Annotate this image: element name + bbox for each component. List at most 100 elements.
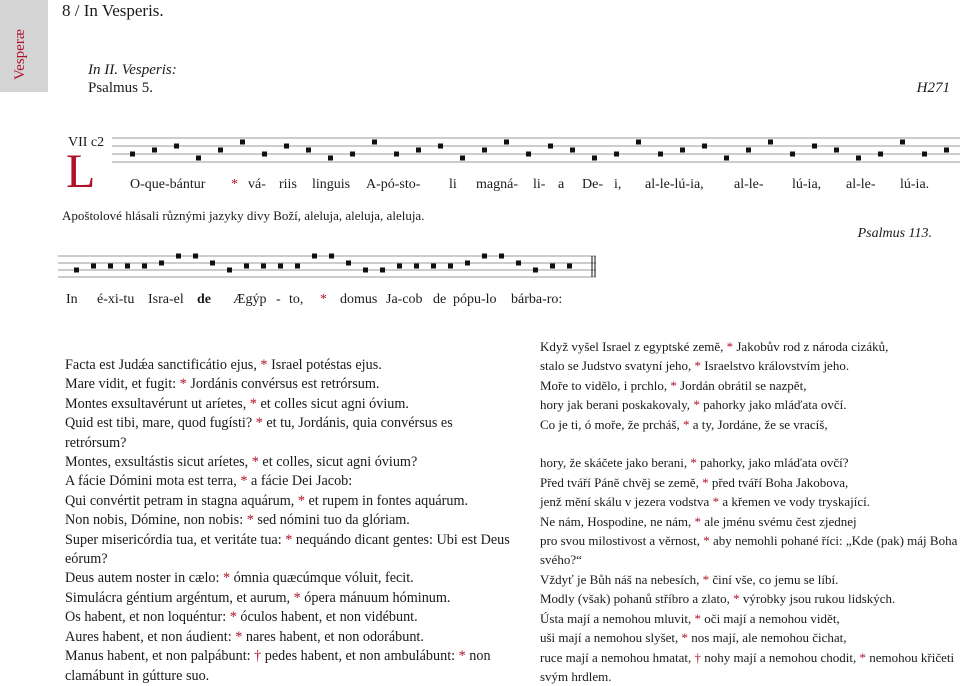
neume-note bbox=[482, 148, 487, 153]
verse-line: Simulácra géntium argéntum, et aurum, * … bbox=[65, 589, 517, 608]
psalm-title: Psalmus 5. bbox=[88, 80, 153, 97]
verse-line: uši mají a nemohou slyšet, * nos mají, a… bbox=[540, 628, 960, 647]
neume-note bbox=[152, 148, 157, 153]
lyric-syllable: - bbox=[276, 292, 281, 308]
psalm-heading: Psalmus 113. bbox=[858, 226, 932, 242]
neume-note bbox=[746, 148, 751, 153]
lyric-syllable: riis bbox=[279, 177, 297, 193]
neume-note bbox=[329, 254, 334, 259]
neume-note bbox=[262, 152, 267, 157]
verse-line: Mare vidit, et fugit: * Jordánis convérs… bbox=[65, 375, 517, 394]
lyric-syllable: linguis bbox=[312, 177, 350, 193]
verse-line: A fácie Dómini mota est terra, * a fácie… bbox=[65, 472, 517, 491]
page-header: 8 / In Vesperis. bbox=[62, 1, 164, 21]
neume-note bbox=[724, 156, 729, 161]
lyric-syllable: vá- bbox=[248, 177, 266, 193]
neume-note bbox=[592, 156, 597, 161]
neume-note bbox=[680, 148, 685, 153]
neume-note bbox=[350, 152, 355, 157]
neume-note bbox=[380, 268, 385, 273]
neume-note bbox=[196, 156, 201, 161]
lyric-syllable: In bbox=[66, 292, 78, 308]
neume-note bbox=[834, 148, 839, 153]
neume-note bbox=[218, 148, 223, 153]
verse-line: Ne nám, Hospodine, ne nám, * ale jménu s… bbox=[540, 512, 960, 531]
lyric-syllable: de bbox=[433, 292, 446, 308]
verse-line: Montes exsultavérunt ut aríetes, * et co… bbox=[65, 395, 517, 414]
neume-note bbox=[482, 254, 487, 259]
neume-note bbox=[159, 261, 164, 266]
initial-letter: L bbox=[66, 148, 95, 196]
lyric-syllable: a bbox=[558, 177, 564, 193]
neume-note bbox=[516, 261, 521, 266]
neume-note bbox=[210, 261, 215, 266]
neume-note bbox=[363, 268, 368, 273]
neume-note bbox=[91, 264, 96, 269]
verse-line: hory jak berani poskakovaly, * pahorky j… bbox=[540, 395, 960, 414]
lyric-syllable: pópu-lo bbox=[453, 292, 497, 308]
neume-note bbox=[658, 152, 663, 157]
lyric-syllable: Isra-el bbox=[148, 292, 184, 308]
verse-line: Ústa mají a nemohou mluvit, * oči mají a… bbox=[540, 609, 960, 628]
verse-line: Montes, exsultástis sicut aríetes, * et … bbox=[65, 453, 517, 472]
neume-note bbox=[176, 254, 181, 259]
neume-note bbox=[567, 264, 572, 269]
neume-note bbox=[130, 152, 135, 157]
latin-verses: Facta est Judǽa sanctificátio ejus, * Is… bbox=[65, 356, 517, 686]
office-label: In II. Vesperis: bbox=[88, 62, 177, 79]
lyric-syllable: lú-ia. bbox=[900, 177, 929, 193]
lyric-syllable: lú-ia, bbox=[792, 177, 821, 193]
neume-note bbox=[570, 148, 575, 153]
neume-note bbox=[438, 144, 443, 149]
neume-note bbox=[465, 261, 470, 266]
verse-line bbox=[540, 434, 960, 453]
lyric-syllable: al-le- bbox=[734, 177, 764, 193]
neume-note bbox=[372, 140, 377, 145]
neume-note bbox=[397, 264, 402, 269]
lyric-syllable: i, bbox=[614, 177, 621, 193]
psalm-tone-staff bbox=[58, 236, 598, 286]
verse-line: Super misericórdia tua, et veritáte tua:… bbox=[65, 531, 517, 570]
antiphon-translation: Apoštolové hlásali různými jazyky divy B… bbox=[62, 208, 424, 224]
neume-note bbox=[812, 144, 817, 149]
lyric-syllable: li- bbox=[533, 177, 545, 193]
neume-note bbox=[878, 152, 883, 157]
neume-note bbox=[284, 144, 289, 149]
asterisk: * bbox=[320, 292, 327, 308]
verse-line: Qui convértit petram in stagna aquárum, … bbox=[65, 492, 517, 511]
verse-line: Quid est tibi, mare, quod fugísti? * et … bbox=[65, 414, 517, 453]
lyric-syllable: al-le- bbox=[846, 177, 876, 193]
neume-note bbox=[240, 140, 245, 145]
neume-note bbox=[702, 144, 707, 149]
antiphon-staff bbox=[112, 112, 960, 172]
verse-line: Před tváří Páně chvěj se země, * před tv… bbox=[540, 473, 960, 492]
lyric-syllable: li bbox=[449, 177, 457, 193]
lyric-syllable: bárba-ro: bbox=[511, 292, 562, 308]
verse-line: ruce mají a nemohou hmatat, † nohy mají … bbox=[540, 648, 960, 686]
verse-line: Facta est Judǽa sanctificátio ejus, * Is… bbox=[65, 356, 517, 375]
neume-note bbox=[856, 156, 861, 161]
neume-note bbox=[636, 140, 641, 145]
neume-note bbox=[414, 264, 419, 269]
neume-note bbox=[499, 254, 504, 259]
neume-note bbox=[312, 254, 317, 259]
neume-note bbox=[394, 152, 399, 157]
neume-note bbox=[504, 140, 509, 145]
lyric-syllable: domus bbox=[340, 292, 377, 308]
lyric-syllable: de bbox=[197, 292, 211, 308]
lyric-syllable: al-le-lú-ia, bbox=[645, 177, 704, 193]
neume-note bbox=[125, 264, 130, 269]
verse-line: Deus autem noster in cælo: * ómnia quæcú… bbox=[65, 569, 517, 588]
verse-line: Vždyť je Bůh náš na nebesích, * činí vše… bbox=[540, 570, 960, 589]
neume-note bbox=[922, 152, 927, 157]
verse-line: stalo se Judstvo svatyní jeho, * Israels… bbox=[540, 356, 960, 375]
lyric-syllable: O-que-bántur bbox=[130, 177, 205, 193]
neume-note bbox=[431, 264, 436, 269]
neume-note bbox=[295, 264, 300, 269]
lyric-syllable: magná- bbox=[476, 177, 518, 193]
lyric-syllable: De- bbox=[582, 177, 603, 193]
neume-note bbox=[278, 264, 283, 269]
side-tab-label: Vesperæ bbox=[12, 29, 29, 80]
neume-note bbox=[193, 254, 198, 259]
side-tab: Vesperæ bbox=[0, 0, 48, 92]
